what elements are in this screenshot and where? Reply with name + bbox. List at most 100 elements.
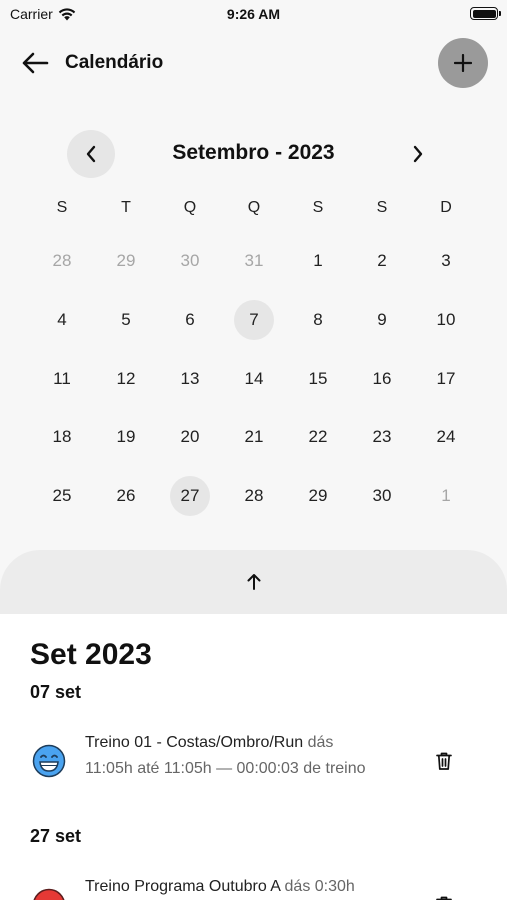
weekday-header: S T Q Q S S D [30, 196, 478, 220]
calendar-day-number: 9 [377, 310, 387, 330]
calendar-day[interactable]: 5 [94, 291, 158, 350]
weekday-label: Q [247, 199, 261, 216]
workout-title: Treino 01 - Costas/Ombro/Run dás [85, 734, 333, 752]
page-title: Calendário [65, 52, 164, 73]
calendar-day-number: 10 [436, 310, 456, 330]
next-month-button[interactable] [398, 130, 438, 178]
delete-workout-button[interactable] [432, 892, 456, 900]
trash-icon [436, 752, 452, 770]
calendar-day[interactable]: 1 [414, 467, 478, 526]
weekday-label: T [121, 199, 131, 216]
trash-icon [436, 896, 452, 900]
calendar-day[interactable]: 18 [30, 408, 94, 467]
date-group-title: 27 set [30, 826, 82, 846]
status-time: 9:26 AM [226, 6, 281, 22]
calendar-day-number: 28 [52, 251, 72, 271]
calendar-day-number: 13 [180, 368, 200, 388]
calendar-day-number: 5 [121, 310, 131, 330]
calendar-day-number: 25 [52, 486, 72, 506]
expand-sheet-button[interactable] [0, 550, 507, 614]
calendar-day-number: 28 [244, 486, 264, 506]
weekday-label: S [56, 199, 68, 216]
calendar-day[interactable]: 23 [350, 408, 414, 467]
calendar-day[interactable]: 16 [350, 349, 414, 408]
calendar-day[interactable]: 4 [30, 291, 94, 350]
calendar-day-grid: 28 29 30 31 1 2 3 4 5 6 7 8 9 10 11 12 13 14 15 16 17 18 19 20 2… [30, 232, 478, 525]
calendar-day-number: 8 [313, 310, 323, 330]
workout-item[interactable]: Treino Programa Outubro A dás 0:30h [30, 878, 490, 900]
weekday-label: D [440, 199, 452, 216]
calendar-day-number: 6 [185, 310, 195, 330]
back-button[interactable] [18, 48, 52, 78]
battery-icon [470, 7, 501, 20]
calendar-day[interactable]: 17 [414, 349, 478, 408]
calendar-day[interactable]: 22 [286, 408, 350, 467]
workout-name: Treino 01 - Costas/Ombro/Run [85, 734, 304, 751]
calendar-day-number: 23 [372, 427, 392, 447]
calendar-day-number: 26 [116, 486, 136, 506]
calendar-day[interactable]: 2 [350, 232, 414, 291]
calendar-day[interactable]: 19 [94, 408, 158, 467]
calendar-day[interactable]: 11 [30, 349, 94, 408]
workout-title: Treino Programa Outubro A dás 0:30h [85, 878, 355, 896]
add-button[interactable] [438, 38, 488, 88]
calendar-day-number: 27 [170, 476, 210, 517]
calendar-day[interactable]: 14 [222, 349, 286, 408]
calendar-day[interactable]: 26 [94, 467, 158, 526]
calendar-day-number: 31 [244, 251, 264, 271]
calendar-day[interactable]: 1 [286, 232, 350, 291]
calendar-day[interactable]: 3 [414, 232, 478, 291]
arrow-up-icon [247, 574, 260, 590]
month-navigation: Setembro - 2023 [0, 128, 507, 178]
workout-name: Treino Programa Outubro A [85, 878, 281, 895]
calendar-day-number: 29 [308, 486, 328, 506]
calendar-day-number: 18 [52, 427, 72, 447]
calendar-day[interactable]: 12 [94, 349, 158, 408]
calendar-day[interactable]: 28 [30, 232, 94, 291]
calendar-day-number: 4 [57, 310, 67, 330]
calendar-day[interactable]: 9 [350, 291, 414, 350]
weekday-label: S [376, 199, 388, 216]
calendar-day-number: 3 [441, 251, 451, 271]
workout-detail: 11:05h até 11:05h — 00:00:03 de treino [85, 760, 366, 777]
calendar-day[interactable]: 25 [30, 467, 94, 526]
calendar-day-number: 21 [244, 427, 264, 447]
calendar-day[interactable]: 27 [158, 467, 222, 526]
calendar-day-number: 1 [313, 251, 323, 271]
calendar-day-number: 7 [234, 300, 274, 341]
calendar-day[interactable]: 8 [286, 291, 350, 350]
calendar-day[interactable]: 10 [414, 291, 478, 350]
calendar-day-number: 16 [372, 368, 392, 388]
calendar-day-number: 19 [116, 427, 136, 447]
calendar-day[interactable]: 30 [158, 232, 222, 291]
calendar-day[interactable]: 13 [158, 349, 222, 408]
calendar-day-number: 1 [441, 486, 451, 506]
calendar-day-number: 2 [377, 251, 387, 271]
calendar-day[interactable]: 30 [350, 467, 414, 526]
workout-item[interactable]: Treino 01 - Costas/Ombro/Run dás 11:05h … [30, 734, 490, 794]
sheet-title: Set 2023 [30, 638, 152, 671]
calendar-day-number: 24 [436, 427, 456, 447]
calendar-day[interactable]: 7 [222, 291, 286, 350]
calendar-day[interactable]: 21 [222, 408, 286, 467]
calendar-day[interactable]: 15 [286, 349, 350, 408]
workout-suffix: dás 0:30h [284, 878, 355, 895]
grinning-face-icon [32, 744, 66, 778]
delete-workout-button[interactable] [432, 748, 456, 774]
calendar-day[interactable]: 20 [158, 408, 222, 467]
calendar-day-number: 22 [308, 427, 328, 447]
app-header: Calendário [0, 36, 507, 90]
calendar-day[interactable]: 29 [94, 232, 158, 291]
plus-icon [454, 54, 472, 72]
calendar-day[interactable]: 31 [222, 232, 286, 291]
calendar-day[interactable]: 24 [414, 408, 478, 467]
workout-suffix: dás [307, 734, 334, 751]
calendar-day-number: 11 [53, 368, 71, 388]
calendar-day-number: 14 [244, 368, 264, 388]
calendar-day-number: 17 [436, 368, 456, 388]
calendar-day[interactable]: 29 [286, 467, 350, 526]
calendar-day[interactable]: 28 [222, 467, 286, 526]
calendar-day-number: 20 [180, 427, 200, 447]
calendar-day[interactable]: 6 [158, 291, 222, 350]
workout-list-sheet: Set 2023 07 set Treino 01 - Costas/Ombro… [0, 614, 507, 900]
